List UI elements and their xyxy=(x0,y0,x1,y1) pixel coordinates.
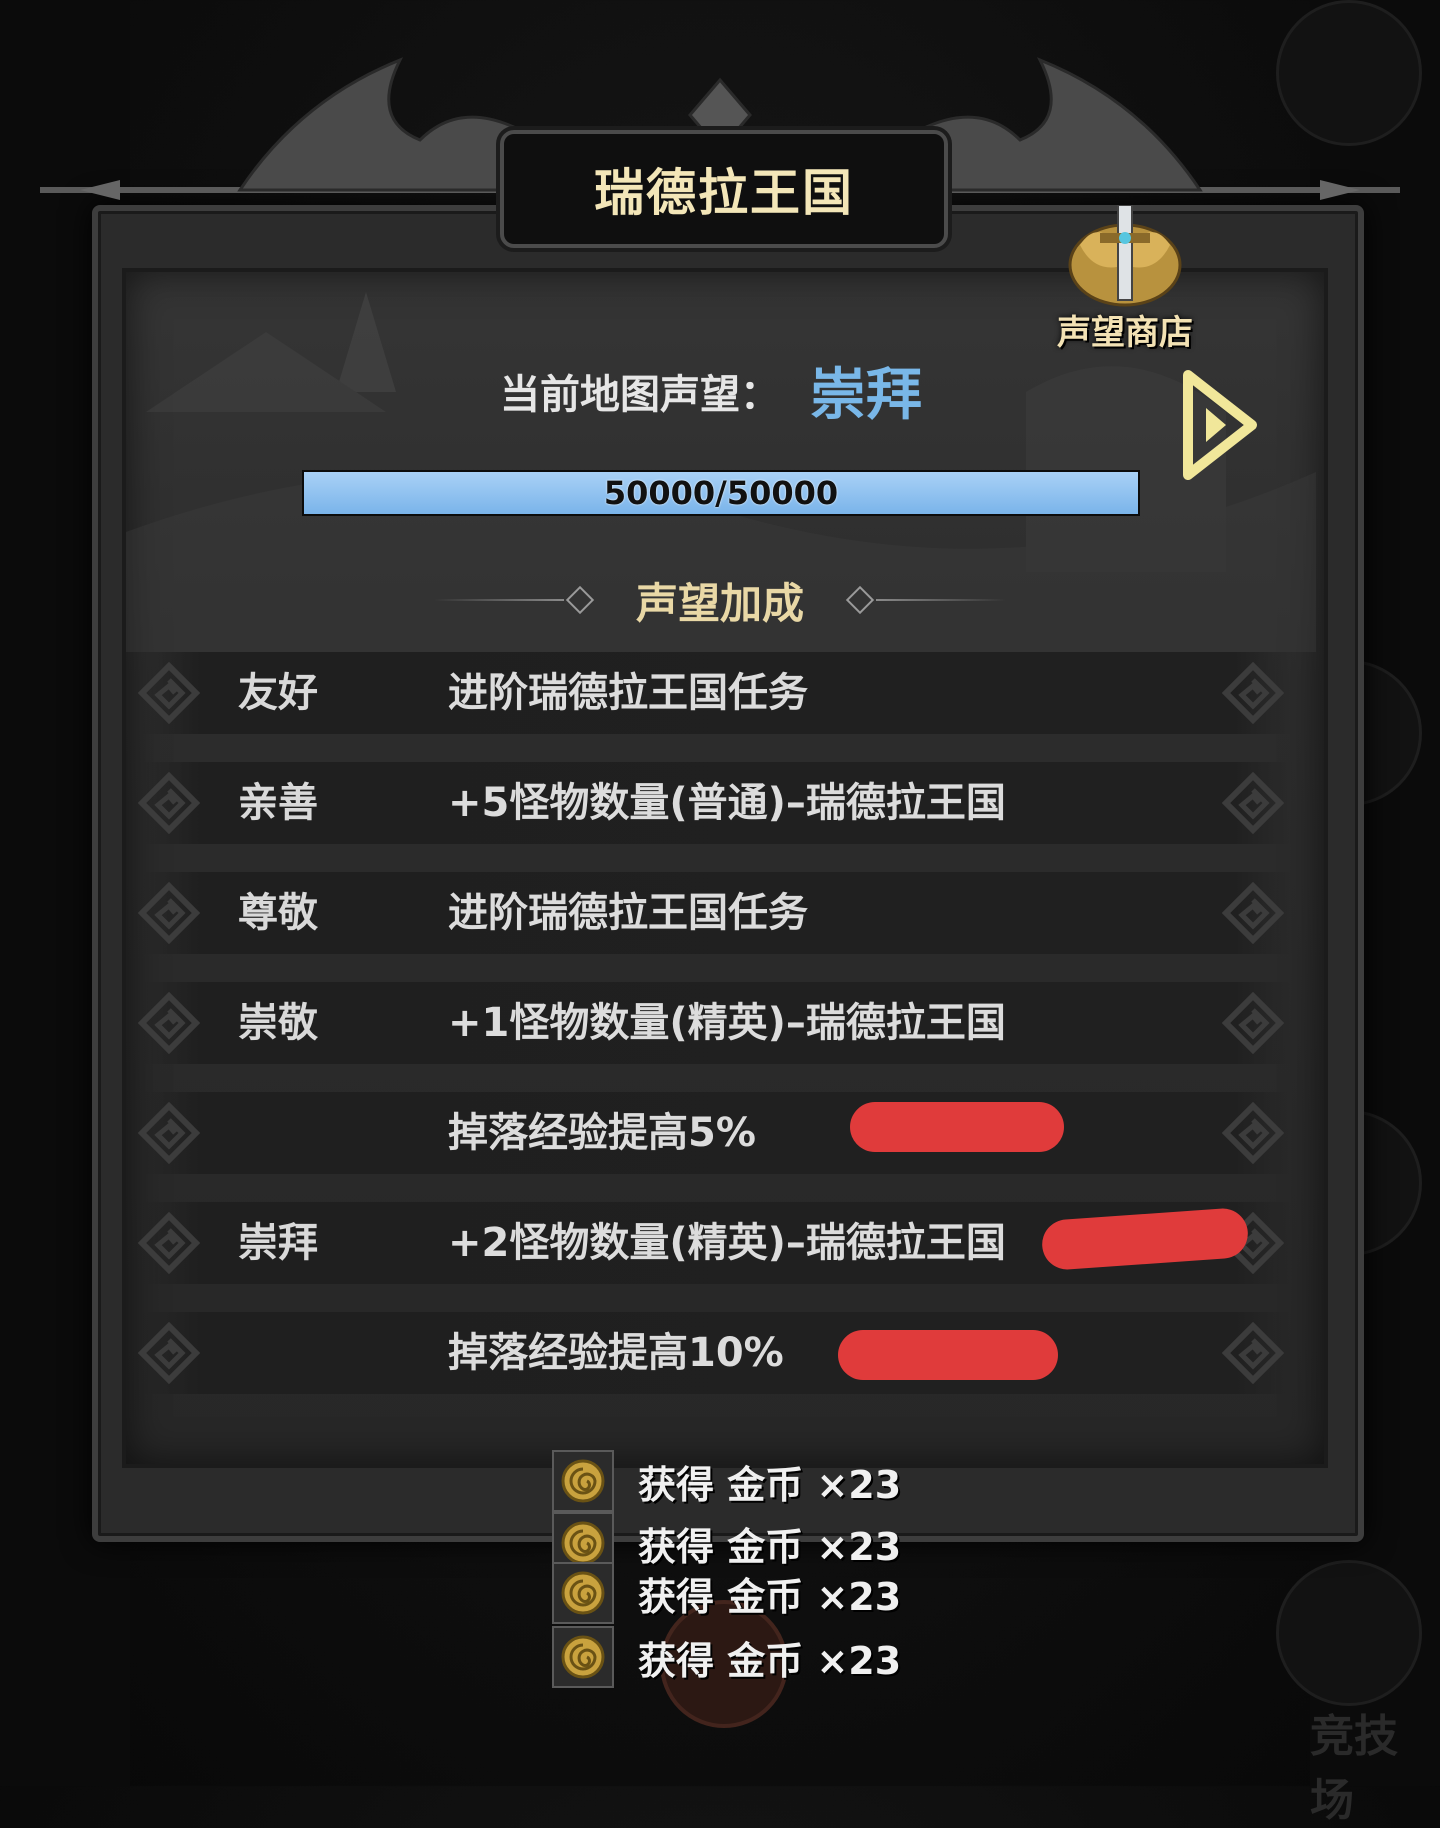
reputation-shop-button[interactable]: 声望商店 xyxy=(1040,205,1210,355)
bonus-row: 尊敬 进阶瑞德拉王国任务 xyxy=(138,872,1292,954)
reputation-value: 崇拜 xyxy=(810,363,922,428)
divider-gem xyxy=(565,585,595,615)
shop-sword-icon xyxy=(1068,205,1182,307)
section-title: 声望加成 xyxy=(635,578,804,628)
bonus-row: 亲善 +5怪物数量(普通)–瑞德拉王国 xyxy=(138,762,1292,844)
spiral-ornament-icon xyxy=(1222,1102,1284,1164)
divider xyxy=(433,599,564,601)
spiral-ornament-icon xyxy=(1222,662,1284,724)
spiral-ornament-icon xyxy=(138,1212,200,1274)
spiral-ornament-icon xyxy=(1222,1322,1284,1384)
next-arrow-icon[interactable] xyxy=(1180,370,1260,480)
bonus-effect: 进阶瑞德拉王国任务 xyxy=(448,890,808,936)
gold-coin-icon xyxy=(552,1562,614,1624)
bonus-row: 崇敬 +1怪物数量(精英)–瑞德拉王国 xyxy=(138,982,1292,1064)
spiral-ornament-icon xyxy=(138,882,200,944)
spiral-ornament-icon xyxy=(138,662,200,724)
gold-coin-icon xyxy=(552,1626,614,1688)
bonus-tier: 崇拜 xyxy=(238,1220,318,1266)
bonus-tier: 亲善 xyxy=(238,780,318,826)
spiral-ornament-icon xyxy=(1222,882,1284,944)
bonus-effect: +5怪物数量(普通)–瑞德拉王国 xyxy=(448,780,1006,826)
spiral-ornament-icon xyxy=(1222,992,1284,1054)
side-menu-icon[interactable] xyxy=(1276,1560,1422,1706)
bonus-row: 掉落经验提高5% xyxy=(138,1092,1292,1174)
toast-text: 获得 金币 ×23 xyxy=(638,1574,902,1619)
bonus-effect: +2怪物数量(精英)–瑞德拉王国 xyxy=(448,1220,1006,1266)
toast-text: 获得 金币 ×23 xyxy=(638,1524,902,1569)
spiral-ornament-icon xyxy=(138,992,200,1054)
toast-text: 获得 金币 ×23 xyxy=(638,1462,902,1507)
toast-text: 获得 金币 ×23 xyxy=(638,1638,902,1683)
divider xyxy=(876,599,1006,601)
bonus-effect: 进阶瑞德拉王国任务 xyxy=(448,670,808,716)
bonus-tier: 崇敬 xyxy=(238,1000,318,1046)
bonus-effect: 掉落经验提高10% xyxy=(448,1330,784,1376)
side-label-arena[interactable]: 竞技场 xyxy=(1310,1700,1420,1828)
divider-gem xyxy=(845,585,875,615)
spiral-ornament-icon xyxy=(1222,772,1284,834)
section-header: 声望加成 xyxy=(430,570,1010,630)
bonus-effect: +1怪物数量(精英)–瑞德拉王国 xyxy=(448,1000,1006,1046)
reputation-progress-bar: 50000/50000 xyxy=(302,470,1140,516)
reputation-label: 当前地图声望： xyxy=(500,371,780,418)
bonus-row: 友好 进阶瑞德拉王国任务 xyxy=(138,652,1292,734)
bonus-row: 掉落经验提高10% xyxy=(138,1312,1292,1394)
gold-coin-icon xyxy=(552,1450,614,1512)
page-title: 瑞德拉王国 xyxy=(594,164,854,222)
reward-toast: 获得 金币 ×23 xyxy=(552,1562,902,1624)
reward-toast: 获得 金币 ×23 xyxy=(552,1450,902,1512)
progress-text: 50000/50000 xyxy=(603,474,839,512)
reward-toast: 获得 金币 ×23 xyxy=(552,1626,902,1688)
bonus-tier: 尊敬 xyxy=(238,890,318,936)
title-plate: 瑞德拉王国 xyxy=(500,130,948,248)
spiral-ornament-icon xyxy=(138,1102,200,1164)
bonus-tier: 友好 xyxy=(238,670,318,716)
spiral-ornament-icon xyxy=(138,1322,200,1384)
current-reputation: 当前地图声望： 崇拜 xyxy=(500,350,922,431)
shop-label: 声望商店 xyxy=(1057,313,1193,353)
redaction-mark xyxy=(850,1102,1064,1152)
spiral-ornament-icon xyxy=(138,772,200,834)
redaction-mark xyxy=(838,1330,1058,1380)
bonus-effect: 掉落经验提高5% xyxy=(448,1110,756,1156)
